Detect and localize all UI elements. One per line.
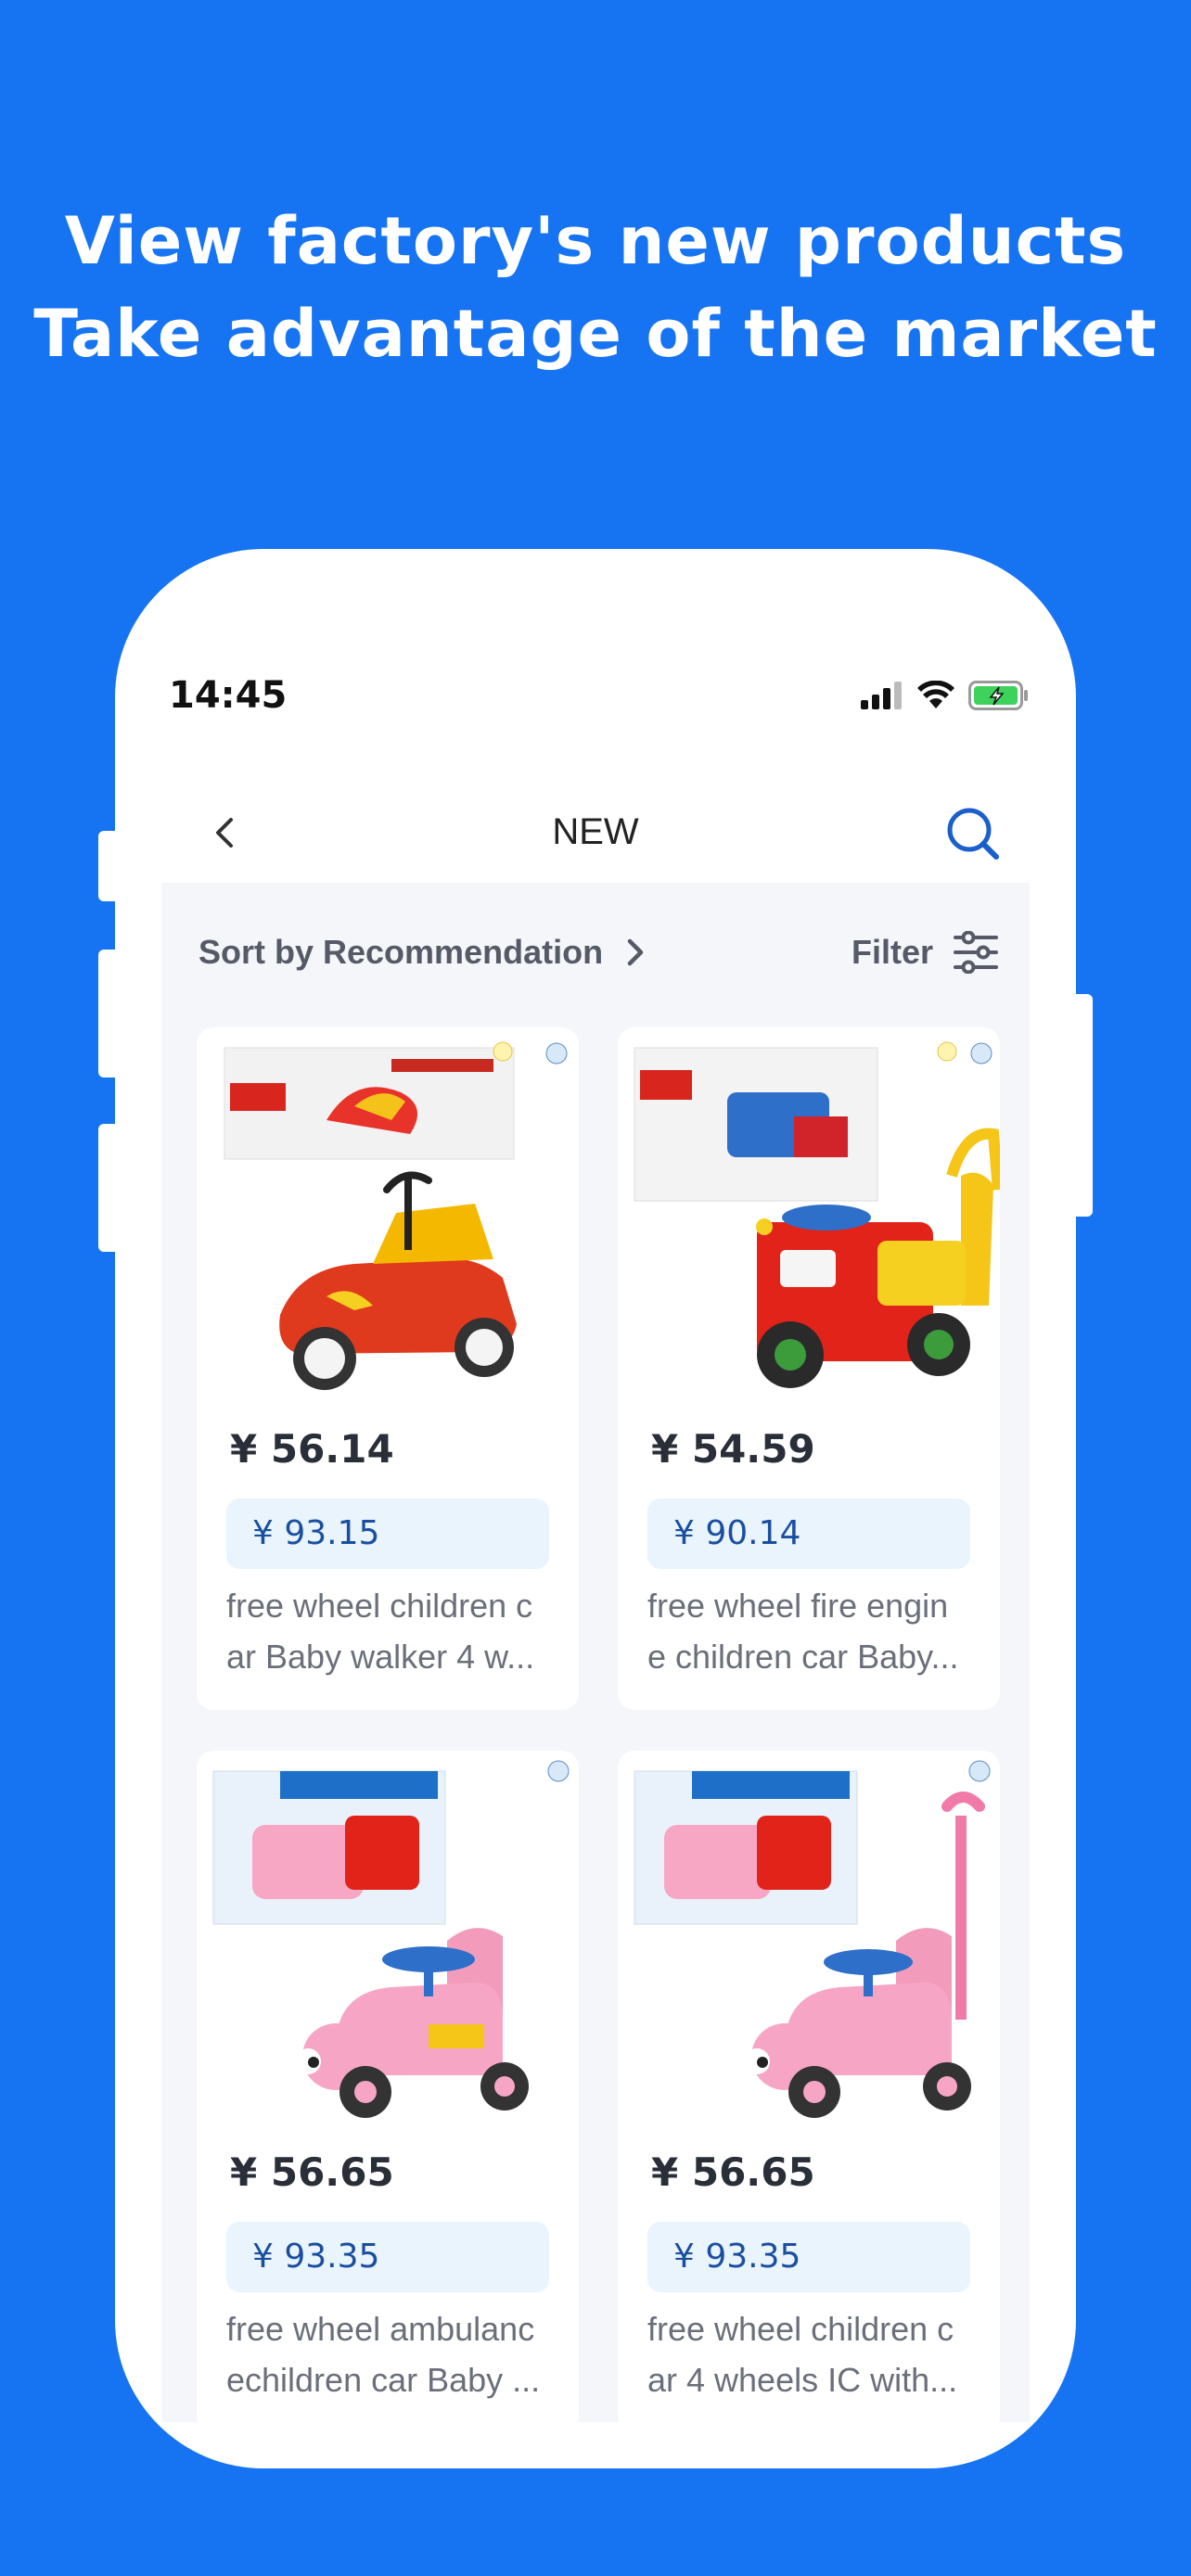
- headline-line-2: Take advantage of the market: [33, 296, 1158, 372]
- sort-dropdown[interactable]: Sort by Recommendation: [198, 883, 646, 1022]
- product-card[interactable]: ¥ 56.14 ¥ 93.15 free wheel children c ar…: [197, 1027, 579, 1710]
- sort-label: Sort by Recommendation: [198, 933, 604, 971]
- product-title-line-1: free wheel fire engin: [647, 1587, 949, 1625]
- headline-line-1: View factory's new products: [64, 203, 1127, 279]
- product-card[interactable]: ¥ 54.59 ¥ 90.14 free wheel fire engin e …: [618, 1027, 1000, 1710]
- promo-headline: View factory's new products Take advanta…: [0, 195, 1191, 380]
- filter-label: Filter: [851, 933, 933, 971]
- nav-bar: NEW: [115, 781, 1076, 883]
- status-icons: [861, 677, 1030, 714]
- product-image: [197, 1751, 579, 2140]
- original-price-badge: ¥ 93.35: [647, 2222, 970, 2292]
- product-title: free wheel ambulanc echildren car Baby .…: [226, 2303, 557, 2405]
- product-title-line-2: echildren car Baby ...: [226, 2361, 541, 2399]
- cellular-signal-icon: [861, 682, 902, 709]
- original-price-badge: ¥ 90.14: [647, 1498, 970, 1569]
- search-icon: [947, 808, 999, 860]
- product-title: free wheel children c ar Baby walker 4 w…: [226, 1580, 557, 1682]
- sort-filter-bar: Sort by Recommendation Filter: [161, 883, 1030, 1022]
- product-card[interactable]: ¥ 56.65 ¥ 93.35 free wheel children c ar…: [618, 1751, 1000, 2422]
- product-price: ¥ 56.14: [230, 1426, 394, 1472]
- product-title: free wheel fire engin e children car Bab…: [647, 1580, 978, 1682]
- product-title-line-1: free wheel children c: [647, 2310, 954, 2348]
- battery-charging-icon: [968, 681, 1028, 710]
- phone-frame: 14:45 NEW Sort by Recommendation Filter …: [115, 549, 1076, 2468]
- product-title-line-2: ar 4 wheels IC with...: [647, 2361, 958, 2399]
- original-price: ¥ 90.14: [673, 1514, 801, 1552]
- product-title: free wheel children c ar 4 wheels IC wit…: [647, 2303, 978, 2405]
- product-price: ¥ 54.59: [651, 1426, 815, 1472]
- original-price: ¥ 93.35: [673, 2238, 801, 2276]
- product-title-line-1: free wheel children c: [226, 1587, 533, 1625]
- product-card[interactable]: ¥ 56.65 ¥ 93.35 free wheel ambulanc echi…: [197, 1751, 579, 2422]
- status-bar: 14:45: [115, 668, 1076, 723]
- product-price: ¥ 56.65: [230, 2149, 394, 2195]
- product-title-line-2: e children car Baby...: [647, 1638, 959, 1676]
- chevron-right-icon: [627, 938, 644, 966]
- status-time: 14:45: [169, 674, 288, 717]
- original-price: ¥ 93.15: [252, 1514, 380, 1552]
- wifi-icon: [917, 681, 954, 708]
- page-title: NEW: [552, 811, 639, 852]
- product-image: [618, 1751, 1000, 2140]
- filter-button[interactable]: Filter: [852, 883, 998, 1022]
- original-price: ¥ 93.35: [252, 2238, 380, 2276]
- product-list-area: Sort by Recommendation Filter ¥ 56.14 ¥ …: [161, 883, 1030, 2422]
- product-title-line-2: ar Baby walker 4 w...: [226, 1638, 535, 1676]
- search-button[interactable]: [944, 805, 1002, 862]
- product-price: ¥ 56.65: [651, 2149, 815, 2195]
- sliders-icon: [954, 931, 998, 974]
- original-price-badge: ¥ 93.35: [226, 2222, 549, 2292]
- product-image: [197, 1027, 579, 1417]
- product-title-line-1: free wheel ambulanc: [226, 2310, 535, 2348]
- product-image: [618, 1027, 1000, 1417]
- original-price-badge: ¥ 93.15: [226, 1498, 549, 1569]
